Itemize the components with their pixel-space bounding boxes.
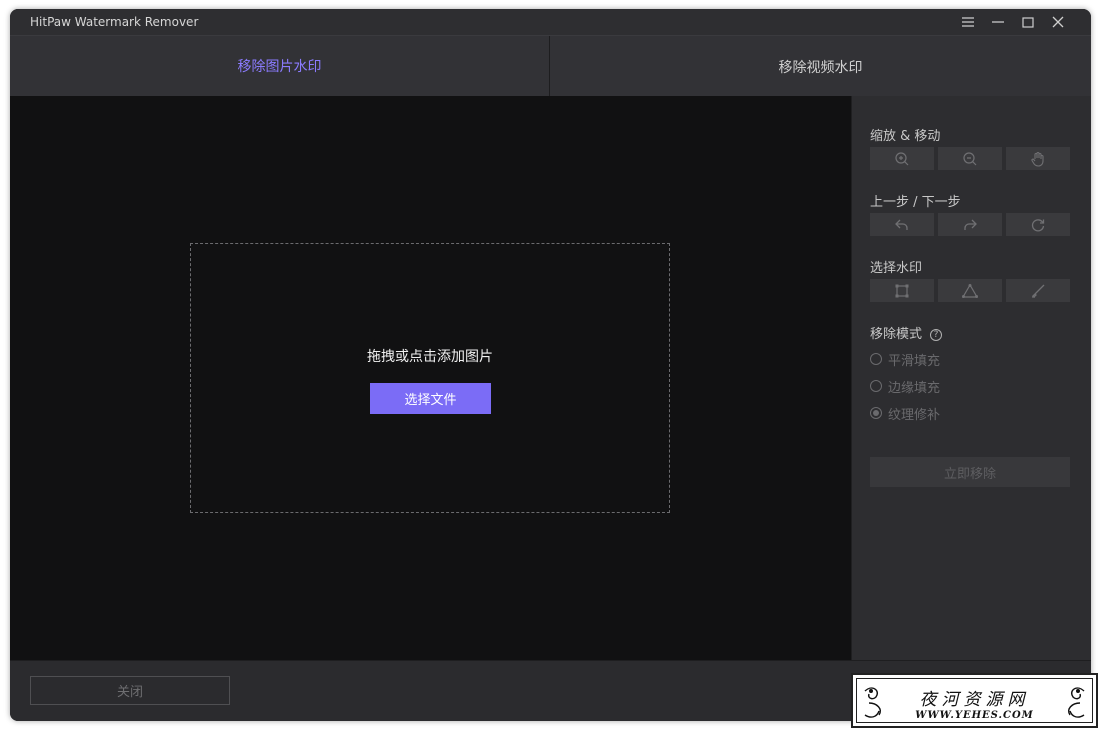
remove-mode-heading: 移除模式?	[870, 323, 943, 342]
close-icon[interactable]	[1047, 12, 1069, 32]
tab-remove-image-watermark[interactable]: 移除图片水印	[10, 36, 549, 97]
mode-smooth-fill[interactable]: 平滑填充	[870, 351, 941, 369]
app-window: HitPaw Watermark Remover 移除图片水印 移除视频水印 拖…	[10, 9, 1091, 721]
redo-button[interactable]	[938, 213, 1002, 236]
select-file-button[interactable]: 选择文件	[370, 383, 491, 414]
reset-icon	[1031, 218, 1045, 231]
zoom-out-button[interactable]	[938, 147, 1002, 170]
watermark-badge: 夜河资源网 WWW.YEHES.COM	[851, 673, 1098, 728]
minimize-icon[interactable]	[987, 12, 1009, 32]
remove-mode-label: 移除模式	[870, 327, 923, 342]
brush-button[interactable]	[1006, 279, 1070, 302]
select-watermark-label: 选择水印	[870, 261, 923, 276]
brush-icon	[1032, 284, 1045, 298]
undo-redo-label: 上一步 / 下一步	[870, 195, 961, 210]
mode-smooth-fill-label: 平滑填充	[888, 353, 941, 369]
rect-select-button[interactable]	[870, 279, 934, 302]
redo-icon	[964, 219, 977, 230]
zoom-in-icon	[895, 151, 909, 165]
drop-prompt: 拖拽或点击添加图片	[367, 349, 493, 365]
zoom-out-icon	[963, 151, 977, 165]
polygon-select-icon	[961, 283, 979, 298]
mode-texture-repair-label: 纹理修补	[888, 407, 941, 423]
hand-icon	[1031, 151, 1044, 167]
mode-edge-fill[interactable]: 边缘填充	[870, 378, 941, 396]
image-canvas[interactable]: 拖拽或点击添加图片 选择文件	[10, 96, 851, 660]
menu-icon[interactable]	[957, 12, 979, 32]
maximize-icon[interactable]	[1017, 12, 1039, 32]
undo-icon	[895, 219, 908, 230]
mode-edge-fill-label: 边缘填充	[888, 380, 941, 396]
radio-checked-icon	[870, 407, 882, 419]
radio-icon	[870, 353, 882, 365]
title-bar: HitPaw Watermark Remover	[10, 9, 1091, 35]
badge-title: 夜河资源网	[919, 690, 1030, 710]
remove-now-button[interactable]: 立即移除	[870, 457, 1070, 487]
tools-panel: 缩放 & 移动 上一步 / 下一步 选择水印 移除模式 ? 平滑填充 边缘填充 …	[851, 96, 1091, 660]
reset-button[interactable]	[1006, 213, 1070, 236]
drop-zone[interactable]: 拖拽或点击添加图片 选择文件	[190, 243, 670, 513]
app-title: HitPaw Watermark Remover	[30, 15, 199, 29]
help-icon[interactable]: ?	[930, 329, 943, 341]
radio-icon	[870, 380, 882, 392]
zoom-in-button[interactable]	[870, 147, 934, 170]
mode-tabs: 移除图片水印 移除视频水印	[10, 35, 1091, 97]
mode-texture-repair[interactable]: 纹理修补	[870, 405, 941, 423]
undo-button[interactable]	[870, 213, 934, 236]
badge-url: WWW.YEHES.COM	[915, 710, 1034, 721]
hand-button[interactable]	[1006, 147, 1070, 170]
polygon-select-button[interactable]	[938, 279, 1002, 302]
zoom-move-label: 缩放 & 移动	[870, 129, 941, 144]
tab-remove-video-watermark[interactable]: 移除视频水印	[550, 36, 1091, 97]
close-button[interactable]: 关闭	[30, 676, 230, 705]
badge-frame: 夜河资源网 WWW.YEHES.COM	[856, 678, 1093, 723]
rect-select-icon	[895, 284, 909, 297]
